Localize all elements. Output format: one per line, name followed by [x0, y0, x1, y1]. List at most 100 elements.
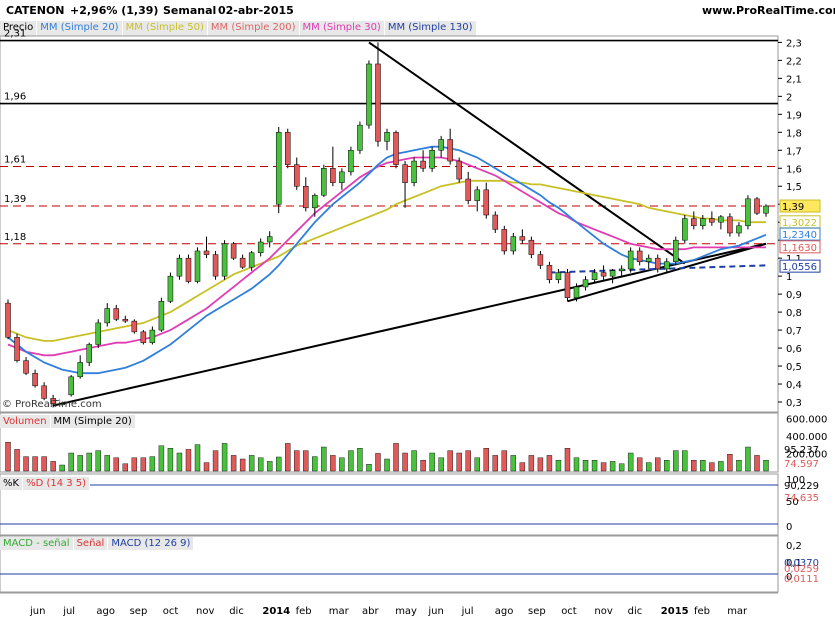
volume-bar: [212, 450, 219, 472]
candle-body: [32, 372, 38, 387]
y-tick-label: 0,9: [786, 290, 802, 301]
candle-body: [284, 132, 291, 165]
volume-bar: [185, 449, 192, 472]
candle-body: [438, 139, 444, 151]
candle-body: [546, 265, 553, 280]
copyright: © ProRealTime.com: [2, 399, 102, 410]
candle-body: [402, 164, 408, 183]
candle-body: [718, 216, 724, 223]
candle-body: [23, 360, 29, 374]
x-tick-label: mar: [727, 606, 748, 617]
y-tick-label: 0,4: [786, 380, 802, 391]
candle-body: [636, 250, 643, 263]
x-tick-label: jun: [29, 606, 45, 617]
legend-macd-line[interactable]: MACD (12 26 9): [108, 537, 195, 550]
legend-k[interactable]: %K: [0, 477, 24, 490]
candle-body: [330, 168, 336, 183]
y-tick-label: 0,5: [786, 362, 802, 373]
volume-bar: [366, 464, 372, 472]
volume-bar: [348, 450, 354, 472]
panel-frame-2: [0, 473, 779, 536]
volume-bar: [41, 456, 47, 472]
candle-body: [564, 272, 571, 298]
candle-body: [257, 241, 264, 254]
legend-macd-hist[interactable]: MACD - señal: [0, 537, 74, 550]
volume-bar: [276, 456, 282, 472]
x-tick-label: dic: [229, 606, 244, 617]
x-tick-label: abr: [362, 606, 379, 617]
volume-bar: [573, 457, 580, 472]
candle-body: [5, 302, 11, 338]
candle-body: [673, 239, 679, 263]
x-tick-label: 2014: [262, 606, 290, 617]
x-tick-label: oct: [561, 606, 577, 617]
x-tick-label: mar: [329, 606, 350, 617]
y-tick-label: 2,3: [786, 38, 802, 49]
macd-hist-value: 0,0111: [784, 574, 819, 585]
y-tick-label: 0,3: [786, 398, 802, 409]
candle-body: [375, 63, 381, 142]
y-tick-label: 0,7: [786, 326, 802, 337]
volume-bar: [194, 444, 201, 472]
stoch-k-value: 90,229: [784, 481, 819, 492]
candle-body: [727, 216, 733, 234]
volume-bar: [131, 457, 138, 472]
volume-bar: [528, 455, 535, 472]
legend-volume-mm[interactable]: MM (Simple 20): [50, 415, 136, 428]
volume-bar: [727, 454, 733, 472]
volume-bar: [411, 450, 417, 472]
x-tick-label: jun: [427, 606, 443, 617]
volume-bar: [447, 450, 453, 472]
volume-bar: [375, 453, 381, 472]
volume-bar: [5, 442, 11, 472]
candle-body: [654, 257, 661, 270]
candle-body: [185, 257, 192, 282]
volume-bar: [465, 450, 471, 472]
candle-body: [303, 185, 309, 209]
volume-bar: [700, 460, 706, 472]
candle-body: [573, 286, 580, 298]
volume-bar: [673, 450, 679, 472]
volume-bar: [655, 457, 661, 472]
mm20-line: [7, 145, 767, 375]
value-box-label-mm50: 1,3022: [782, 218, 817, 229]
level-label-h196: 1,96: [4, 92, 26, 103]
volume-bar: [546, 455, 553, 472]
candle-body: [14, 337, 20, 361]
volume-bar: [113, 457, 119, 472]
candle-body: [618, 268, 625, 272]
candle-body: [474, 189, 480, 201]
x-tick-label: sep: [528, 606, 546, 617]
legend-d[interactable]: %D (14 3 5): [23, 477, 91, 490]
volume-bar: [32, 456, 38, 472]
candle-body: [456, 160, 462, 180]
volume-bar: [736, 460, 742, 472]
volume-bar: [555, 460, 562, 472]
candle-body: [447, 139, 453, 162]
y-tick-label: 1: [786, 272, 792, 283]
volume-bar: [59, 464, 65, 472]
volume-bar: [438, 457, 444, 472]
y-tick-label: 2,2: [786, 56, 802, 67]
x-tick-label: jul: [461, 606, 474, 617]
volume-bar: [691, 460, 697, 472]
volume-bar: [564, 448, 571, 472]
volume-bar: [312, 456, 318, 472]
candle-body: [212, 254, 219, 277]
candle-body: [600, 272, 607, 277]
value-box-label-mm30: 1,1630: [782, 243, 817, 254]
candle-body: [68, 376, 74, 396]
candle-body: [465, 178, 471, 201]
y-tick-label: 1,8: [786, 128, 802, 139]
volume-bar: [50, 461, 56, 472]
candle-body: [691, 218, 697, 227]
x-tick-label: ago: [96, 606, 115, 617]
candle-body: [519, 236, 526, 241]
legend-volume[interactable]: Volumen: [0, 415, 51, 428]
legend-macd-signal[interactable]: Señal: [73, 537, 109, 550]
candle-body: [528, 239, 535, 255]
volume-bar: [754, 455, 760, 472]
chart-canvas[interactable]: 2,32,22,121,91,81,71,61,51,41,31,21,110,…: [0, 0, 835, 620]
volume-bar: [591, 460, 598, 472]
candle-body: [167, 275, 174, 302]
